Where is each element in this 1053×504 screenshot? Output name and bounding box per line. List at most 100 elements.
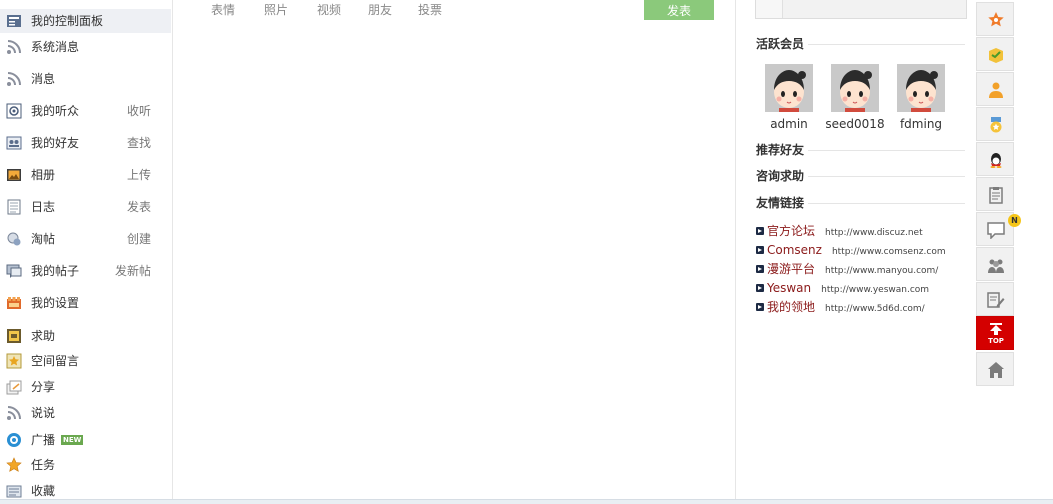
- sidebar: 我的控制面板 系统消息 消息 我的听众 收听 我的好友 查找 相册 上传 日志 …: [0, 0, 173, 503]
- sidebar-item-blog[interactable]: 日志 发表: [0, 195, 171, 219]
- link-name[interactable]: 我的领地: [767, 300, 815, 314]
- edit-icon: [987, 292, 1005, 308]
- back-to-top-button[interactable]: TOP: [976, 316, 1014, 350]
- sidebar-item-posts[interactable]: 我的帖子 发新帖: [0, 259, 171, 283]
- member-card[interactable]: seed0018: [825, 64, 885, 131]
- new-post-link[interactable]: 发新帖: [115, 259, 151, 283]
- settings-icon: [7, 297, 21, 309]
- avatar[interactable]: [831, 64, 879, 112]
- sidebar-item-system-messages[interactable]: 系统消息: [0, 35, 171, 59]
- arrow-bullet-icon: [756, 227, 764, 235]
- favorites-icon: [6, 485, 22, 498]
- top-label: TOP: [988, 337, 1004, 345]
- sidebar-item-label: 我的帖子: [31, 264, 80, 278]
- sidebar-item-album[interactable]: 相册 上传: [0, 163, 171, 187]
- rss-icon: [7, 72, 21, 86]
- user-button[interactable]: [976, 72, 1014, 106]
- home-icon: [988, 362, 1004, 378]
- rss-icon: [7, 406, 21, 420]
- medal-star-button[interactable]: [976, 2, 1014, 36]
- home-button[interactable]: [976, 352, 1014, 386]
- arrow-bullet-icon: [756, 303, 764, 311]
- sidebar-item-guestbook[interactable]: 空间留言: [0, 349, 171, 373]
- link-url[interactable]: http://www.yeswan.com: [821, 285, 929, 295]
- post-button[interactable]: 发表: [644, 0, 714, 20]
- sidebar-item-friends[interactable]: 我的好友 查找: [0, 131, 171, 155]
- tab-video[interactable]: 视频: [317, 0, 341, 20]
- edit-button[interactable]: [976, 282, 1014, 316]
- avatar-face-icon: [831, 64, 879, 112]
- member-card[interactable]: admin: [759, 64, 819, 131]
- sidebar-item-settings[interactable]: 我的设置: [0, 291, 171, 315]
- broadcast-icon: [7, 433, 21, 447]
- member-name[interactable]: admin: [759, 117, 819, 131]
- link-name[interactable]: Yeswan: [767, 281, 811, 295]
- folder-button[interactable]: [976, 37, 1014, 71]
- comment-icon: [987, 222, 1005, 239]
- friend-link-row[interactable]: Yeswan http://www.yeswan.com: [756, 280, 929, 296]
- sidebar-item-listeners[interactable]: 我的听众 收听: [0, 99, 171, 123]
- link-name[interactable]: 漫游平台: [767, 262, 815, 276]
- link-name[interactable]: 官方论坛: [767, 224, 815, 238]
- medal-icon: [990, 117, 1002, 133]
- sidebar-item-help[interactable]: 求助: [0, 324, 171, 348]
- active-members-title: 活跃会员: [756, 37, 805, 51]
- avatar[interactable]: [897, 64, 945, 112]
- medal-button[interactable]: [976, 107, 1014, 141]
- link-url[interactable]: http://www.manyou.com/: [825, 266, 938, 276]
- sidebar-item-label: 系统消息: [31, 40, 80, 54]
- guestbook-icon: [6, 353, 22, 369]
- sidebar-item-label: 分享: [31, 380, 56, 394]
- sidebar-item-task[interactable]: 任务: [0, 453, 171, 477]
- friend-link-row[interactable]: 我的领地 http://www.5d6d.com/: [756, 299, 925, 315]
- bottom-scrollbar[interactable]: [0, 499, 1053, 504]
- search-input[interactable]: [782, 0, 966, 18]
- member-name[interactable]: fdming: [891, 117, 951, 131]
- top-arrow-icon: [990, 323, 1002, 335]
- upload-link[interactable]: 上传: [127, 163, 151, 187]
- tab-vote[interactable]: 投票: [418, 0, 442, 20]
- link-url[interactable]: http://www.5d6d.com/: [825, 304, 925, 314]
- sidebar-item-broadcast[interactable]: 广播 NEW: [0, 428, 171, 452]
- task-star-icon: [6, 457, 22, 472]
- group-button[interactable]: [976, 247, 1014, 281]
- sidebar-item-label: 我的控制面板: [31, 14, 104, 28]
- avatar[interactable]: [765, 64, 813, 112]
- link-url[interactable]: http://www.discuz.net: [825, 228, 923, 238]
- sidebar-item-label: 消息: [31, 72, 56, 86]
- friend-link-row[interactable]: 官方论坛 http://www.discuz.net: [756, 223, 923, 239]
- recommend-friends-title[interactable]: 推荐好友: [756, 142, 804, 158]
- consult-help-title[interactable]: 咨询求助: [756, 168, 804, 184]
- sidebar-item-messages[interactable]: 消息: [0, 67, 171, 91]
- publish-link[interactable]: 发表: [127, 195, 151, 219]
- link-url[interactable]: http://www.comsenz.com: [832, 247, 946, 257]
- listen-link[interactable]: 收听: [127, 99, 151, 123]
- new-badge: NEW: [61, 435, 84, 445]
- sidebar-item-label: 相册: [31, 168, 56, 182]
- group-icon: [988, 259, 1004, 273]
- sidebar-item-collection[interactable]: 淘帖 创建: [0, 227, 171, 251]
- sidebar-item-label: 说说: [31, 406, 56, 420]
- tab-friends[interactable]: 朋友: [368, 0, 392, 20]
- find-friends-link[interactable]: 查找: [127, 131, 151, 155]
- qq-button[interactable]: [976, 142, 1014, 176]
- avatar-face-icon: [765, 64, 813, 112]
- posts-icon: [6, 264, 22, 278]
- friend-link-row[interactable]: 漫游平台 http://www.manyou.com/: [756, 261, 938, 277]
- clipboard-button[interactable]: [976, 177, 1014, 211]
- member-name[interactable]: seed0018: [825, 117, 885, 131]
- composer: 表情 照片 视频 朋友 投票 发表: [172, 0, 735, 503]
- collection-icon: [7, 232, 21, 246]
- tab-emoji[interactable]: 表情: [211, 0, 235, 20]
- sidebar-item-share[interactable]: 分享: [0, 375, 171, 399]
- sidebar-item-control-panel[interactable]: 我的控制面板: [0, 9, 171, 33]
- tab-photo[interactable]: 照片: [264, 0, 288, 20]
- link-name[interactable]: Comsenz: [767, 243, 822, 257]
- create-link[interactable]: 创建: [127, 227, 151, 251]
- listeners-icon: [6, 103, 22, 119]
- friend-link-row[interactable]: Comsenz http://www.comsenz.com: [756, 242, 946, 258]
- search-box[interactable]: [755, 0, 967, 19]
- member-card[interactable]: fdming: [891, 64, 951, 131]
- divider: [808, 203, 965, 204]
- sidebar-item-talk[interactable]: 说说: [0, 401, 171, 425]
